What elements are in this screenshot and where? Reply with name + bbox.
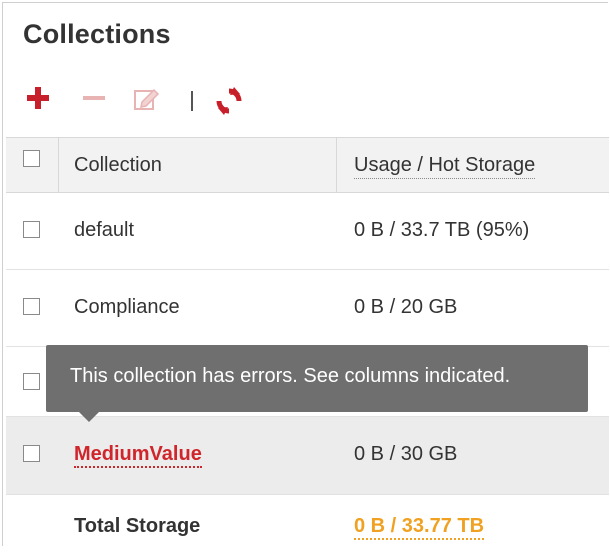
collection-name-error[interactable]: MediumValue (74, 443, 202, 468)
collection-name: Compliance (74, 296, 180, 318)
edit-icon (134, 88, 160, 110)
column-divider (58, 138, 59, 192)
table-row[interactable]: Compliance 0 B / 20 GB (6, 270, 609, 347)
collection-usage: 0 B / 20 GB (354, 296, 458, 318)
total-storage-label: Total Storage (74, 515, 201, 537)
column-divider (336, 138, 337, 192)
row-checkbox[interactable] (23, 373, 40, 390)
table-row-error[interactable]: MediumValue 0 B / 30 GB (6, 417, 609, 495)
total-storage-value: 0 B / 33.77 TB (354, 515, 485, 540)
tooltip-arrow (78, 411, 100, 422)
column-header-usage[interactable]: Usage / Hot Storage (354, 154, 536, 179)
plus-icon (27, 87, 49, 109)
row-checkbox[interactable] (23, 298, 40, 315)
toolbar-separator (191, 91, 193, 111)
table-row[interactable]: default 0 B / 33.7 TB (95%) (6, 193, 609, 270)
remove-button[interactable] (83, 87, 105, 109)
error-tooltip: This collection has errors. See columns … (46, 345, 588, 412)
minus-icon (83, 96, 105, 100)
collections-panel: Collections Collection Usage / Hot Stora… (2, 2, 609, 546)
error-collection-link[interactable]: MediumValue (74, 443, 202, 468)
refresh-button[interactable] (215, 87, 243, 115)
column-header-collection[interactable]: Collection (74, 154, 162, 177)
collection-usage: 0 B / 30 GB (354, 443, 458, 465)
table-header: Collection Usage / Hot Storage (6, 137, 609, 193)
row-checkbox[interactable] (23, 445, 40, 462)
edit-button[interactable] (134, 87, 160, 111)
row-checkbox[interactable] (23, 221, 40, 238)
collection-usage: 0 B / 33.7 TB (95%) (354, 219, 530, 241)
panel-title: Collections (23, 19, 171, 49)
add-button[interactable] (27, 87, 49, 109)
refresh-icon (216, 87, 242, 115)
total-storage-value-text: 0 B / 33.77 TB (354, 515, 485, 540)
select-all-checkbox[interactable] (23, 150, 40, 167)
total-row: Total Storage 0 B / 33.77 TB (6, 495, 609, 555)
collection-name: default (74, 219, 135, 241)
